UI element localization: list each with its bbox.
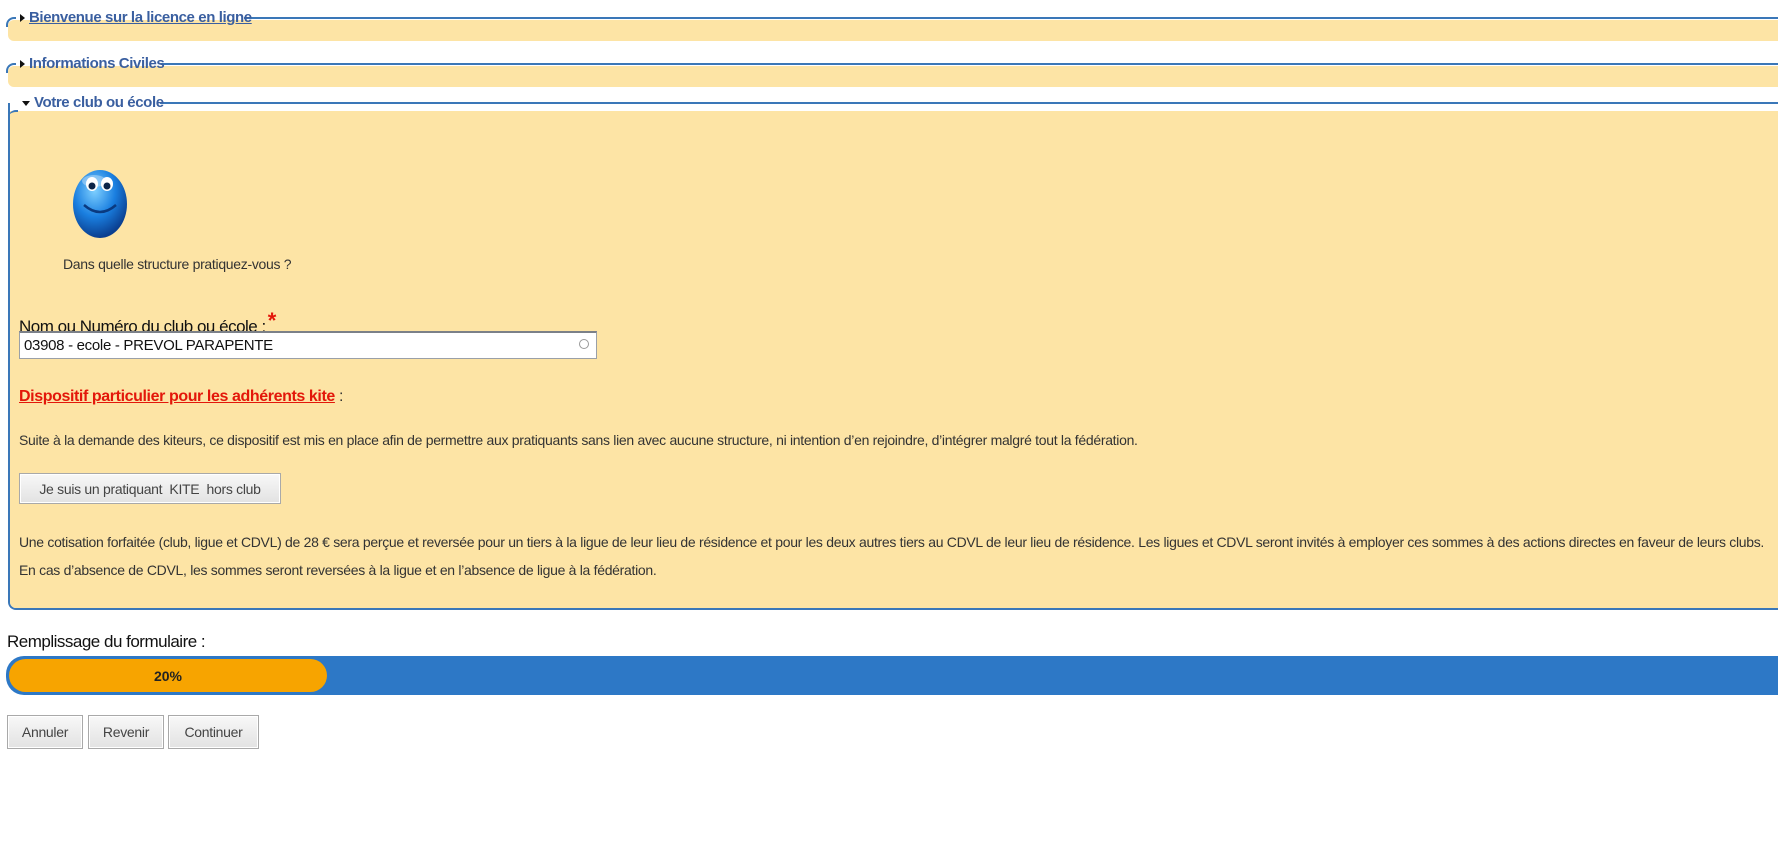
- section-welcome: Bienvenue sur la licence en ligne: [6, 8, 1778, 41]
- required-star: *: [267, 308, 277, 333]
- triangle-right-icon: [20, 60, 25, 68]
- progress-value: 20%: [153, 667, 183, 684]
- progress-bar: 20%: [6, 656, 1778, 695]
- section-civil-body: [8, 66, 1778, 87]
- section-welcome-title[interactable]: Bienvenue sur la licence en ligne: [29, 8, 252, 28]
- kite-heading-colon: :: [334, 388, 343, 405]
- continue-button[interactable]: Continuer: [168, 715, 259, 749]
- progress-label: Remplissage du formulaire :: [7, 632, 206, 651]
- section-welcome-toggle[interactable]: Bienvenue sur la licence en ligne: [20, 8, 254, 28]
- progress-fill: 20%: [9, 659, 327, 692]
- section-corner: [8, 110, 18, 120]
- back-button[interactable]: Revenir: [88, 715, 164, 749]
- club-search-input[interactable]: [19, 331, 597, 359]
- section-corner: [6, 63, 16, 73]
- section-border-line: [160, 102, 1778, 104]
- section-civil-info: Informations Civiles: [6, 54, 1778, 87]
- section-club-title: Votre club ou école: [34, 94, 164, 111]
- triangle-right-icon: [20, 14, 25, 22]
- section-corner: [6, 17, 16, 27]
- cotisation-text: Une cotisation forfaitée (club, ligue et…: [19, 534, 1765, 578]
- kite-description: Suite à la demande des kiteurs, ce dispo…: [19, 432, 1138, 448]
- section-club: Votre club ou école Dans quelle structur…: [8, 94, 1778, 610]
- section-club-toggle[interactable]: Votre club ou école: [22, 93, 166, 113]
- page: Bienvenue sur la licence en ligne Inform…: [0, 0, 1778, 861]
- kite-info-link[interactable]: Dispositif particulier pour les adhérent…: [19, 388, 335, 405]
- section-border-line: [161, 63, 1778, 65]
- loading-circle-icon: [579, 339, 589, 349]
- section-border-line: [244, 17, 1778, 19]
- kite-heading: Dispositif particulier pour les adhérent…: [19, 388, 343, 406]
- triangle-down-icon: [22, 100, 30, 106]
- club-question: Dans quelle structure pratiquez-vous ?: [63, 256, 292, 272]
- kite-without-club-button[interactable]: Je suis un pratiquant KITE hors club: [19, 473, 281, 504]
- section-welcome-body: [8, 20, 1778, 41]
- section-civil-title: Informations Civiles: [29, 55, 165, 72]
- blue-smiley-icon: [73, 170, 127, 238]
- section-civil-toggle[interactable]: Informations Civiles: [20, 54, 166, 74]
- cancel-button[interactable]: Annuler: [7, 715, 83, 749]
